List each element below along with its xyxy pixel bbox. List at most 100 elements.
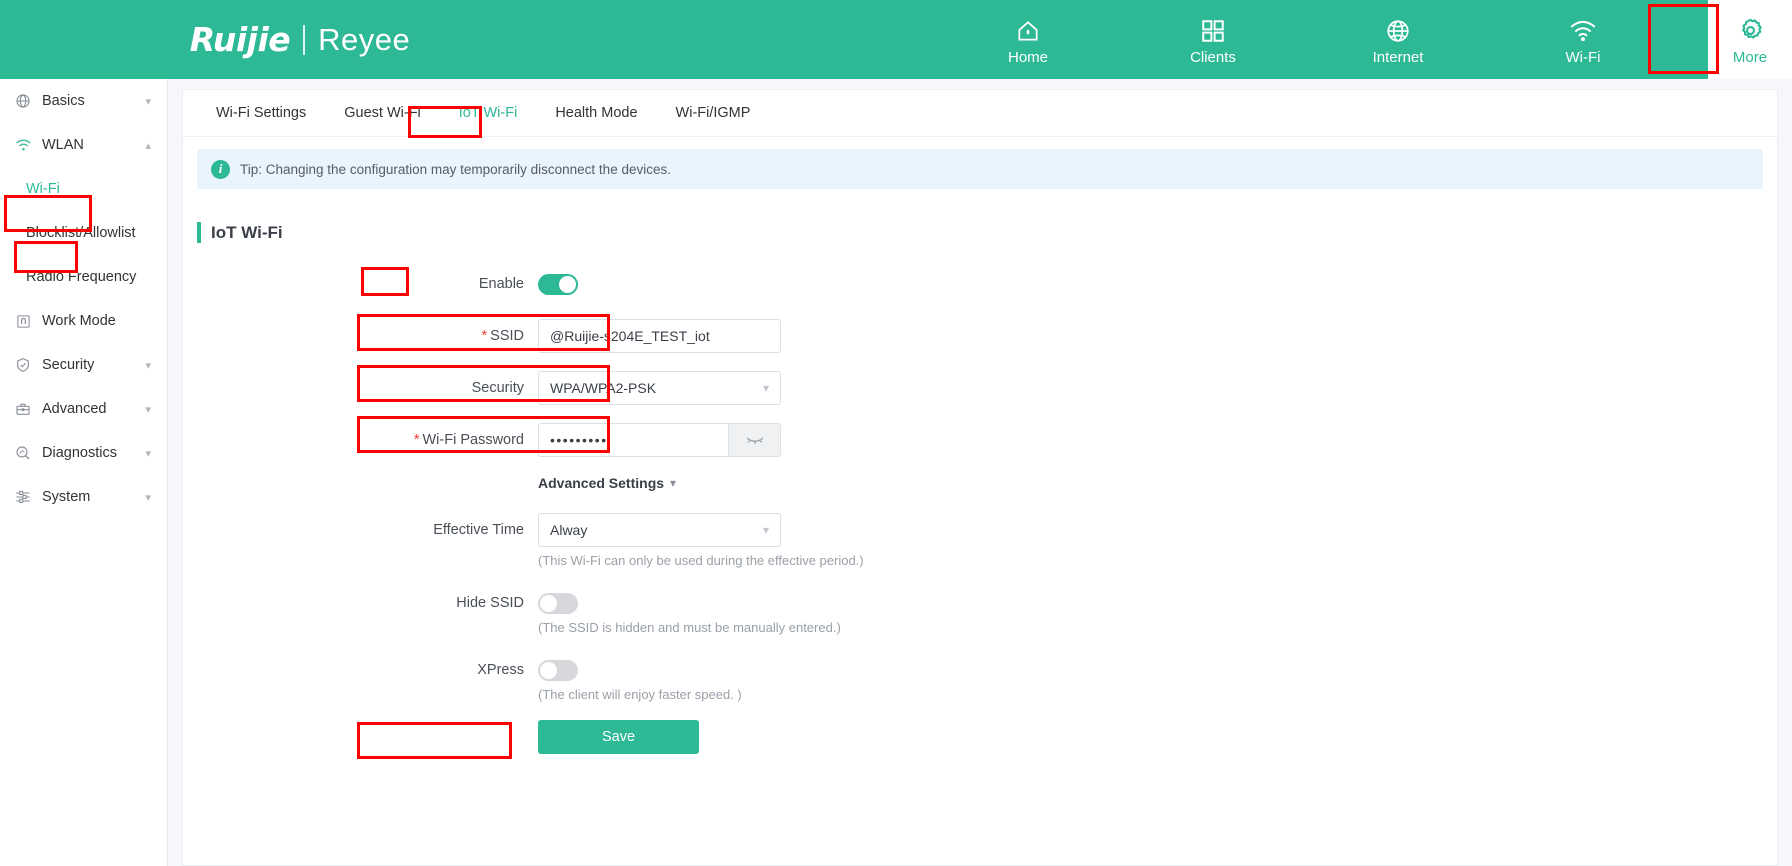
main-content: Wi-Fi Settings Guest Wi-Fi IoT Wi-Fi Hea… [168,79,1792,866]
hint-hide-ssid: (The SSID is hidden and must be manually… [538,620,841,635]
sidebar-label-blocklist-allowlist: Blocklist/Allowlist [26,225,136,241]
sidebar: Basics ▾ WLAN ▴ Wi-Fi Blocklist/Allowlis… [0,79,168,866]
chevron-down-icon: ▾ [762,381,769,395]
sliders-icon [12,489,34,505]
sidebar-item-wlan[interactable]: WLAN ▴ [0,123,167,167]
sidebar-label-system: System [42,489,91,505]
security-select[interactable]: WPA/WPA2-PSK ▾ [538,371,781,405]
nav-item-more[interactable]: More [1708,0,1792,79]
label-password: * Wi-Fi Password [183,423,538,457]
globe-icon [12,93,34,109]
sidebar-label-advanced: Advanced [42,401,107,417]
tab-label-guest-wifi: Guest Wi-Fi [344,105,421,121]
sidebar-label-diagnostics: Diagnostics [42,445,117,461]
sidebar-label-wlan: WLAN [42,137,84,153]
form-row-hide-ssid: Hide SSID (The SSID is hidden and must b… [183,586,1777,635]
nav-label-wifi: Wi-Fi [1565,48,1601,66]
chevron-down-icon: ▾ [145,95,151,108]
chevron-down-icon: ▾ [145,447,151,460]
top-navigation: Home Clients Internet Wi-Fi More [560,0,1792,79]
tab-wifi-igmp[interactable]: Wi-Fi/IGMP [657,90,770,136]
logo-separator [303,24,306,55]
form-row-security: Security WPA/WPA2-PSK ▾ [183,371,1777,405]
tab-bar: Wi-Fi Settings Guest Wi-Fi IoT Wi-Fi Hea… [183,90,1777,137]
hint-effective-time: (This Wi-Fi can only be used during the … [538,553,864,568]
tip-text: Tip: Changing the configuration may temp… [240,161,671,177]
sidebar-label-basics: Basics [42,93,85,109]
sidebar-label-security: Security [42,357,95,373]
label-password-text: Wi-Fi Password [422,432,524,448]
sidebar-item-blocklist-allowlist[interactable]: Blocklist/Allowlist [0,211,167,255]
tab-label-health-mode: Health Mode [555,105,638,121]
hide-ssid-toggle[interactable] [538,593,578,614]
toolbox-icon [12,401,34,417]
nav-label-more: More [1732,48,1768,66]
sidebar-item-diagnostics[interactable]: Diagnostics ▾ [0,431,167,475]
chevron-down-icon: ▾ [145,403,151,416]
top-bar: Ruijie Reyee Home Clients Internet Wi-Fi… [0,0,1792,79]
logo-ruijie-text: Ruijie [189,20,291,59]
grid-icon [1200,14,1226,44]
toggle-knob [540,662,557,679]
tab-label-wifi-igmp: Wi-Fi/IGMP [675,105,751,121]
section-accent-bar [197,222,201,243]
ssid-input[interactable] [538,319,781,353]
nav-item-clients[interactable]: Clients [1153,0,1273,79]
tab-label-wifi-settings: Wi-Fi Settings [216,105,307,121]
home-icon [1015,14,1041,44]
tip-banner: i Tip: Changing the configuration may te… [197,149,1763,189]
nav-item-wifi[interactable]: Wi-Fi [1523,0,1643,79]
enable-toggle[interactable] [538,274,578,295]
sidebar-item-advanced[interactable]: Advanced ▾ [0,387,167,431]
diagnostics-icon [12,445,34,461]
password-field[interactable]: ••••••••• [538,423,781,457]
nav-label-clients: Clients [1190,48,1236,66]
form-row-enable: Enable [183,267,1777,301]
sidebar-item-work-mode[interactable]: Work Mode [0,299,167,343]
tab-guest-wifi[interactable]: Guest Wi-Fi [325,90,440,136]
xpress-toggle[interactable] [538,660,578,681]
page-title: IoT Wi-Fi [211,222,283,242]
globe-icon [1385,14,1411,44]
tab-health-mode[interactable]: Health Mode [536,90,656,136]
label-security: Security [471,380,524,396]
eye-off-icon[interactable] [728,424,780,456]
form-row-ssid: * SSID [183,319,1777,353]
workmode-icon [12,314,34,329]
form-row-xpress: XPress (The client will enjoy faster spe… [183,653,1777,702]
section-header: IoT Wi-Fi [197,222,1777,243]
sidebar-item-wifi[interactable]: Wi-Fi [0,167,167,211]
save-button[interactable]: Save [538,720,699,754]
advanced-settings-toggle[interactable]: Advanced Settings ▾ [538,475,1777,491]
sidebar-item-system[interactable]: System ▾ [0,475,167,519]
tab-iot-wifi[interactable]: IoT Wi-Fi [440,90,537,136]
chevron-down-icon: ▾ [145,491,151,504]
hint-xpress: (The client will enjoy faster speed. ) [538,687,742,702]
iot-wifi-form: Enable *SSID Security WPA/WPA2-PSK ▾ [183,267,1777,754]
chevron-up-icon: ▴ [145,139,151,152]
sidebar-item-basics[interactable]: Basics ▾ [0,79,167,123]
toggle-knob [540,595,557,612]
required-marker: * [413,432,420,448]
tab-label-iot-wifi: IoT Wi-Fi [458,105,518,121]
tab-wifi-settings[interactable]: Wi-Fi Settings [197,90,325,136]
nav-item-internet[interactable]: Internet [1338,0,1458,79]
effective-time-value: Alway [550,522,588,538]
advanced-settings-label: Advanced Settings [538,475,665,491]
label-xpress: XPress [477,662,524,678]
sidebar-item-security[interactable]: Security ▾ [0,343,167,387]
nav-item-home[interactable]: Home [968,0,1088,79]
form-row-password: * Wi-Fi Password ••••••••• [183,423,1777,457]
wifi-icon [12,138,34,153]
gear-icon [1737,14,1764,44]
brand-logo: Ruijie Reyee [0,0,560,79]
toggle-knob [559,276,576,293]
logo-reyee-text: Reyee [318,21,411,57]
sidebar-item-radio-frequency[interactable]: Radio Frequency [0,255,167,299]
label-hide-ssid: Hide SSID [456,595,524,611]
label-effective-time: Effective Time [433,522,524,538]
nav-label-internet: Internet [1372,48,1424,66]
sidebar-label-work-mode: Work Mode [42,313,116,329]
effective-time-select[interactable]: Alway ▾ [538,513,781,547]
info-icon: i [211,159,230,179]
